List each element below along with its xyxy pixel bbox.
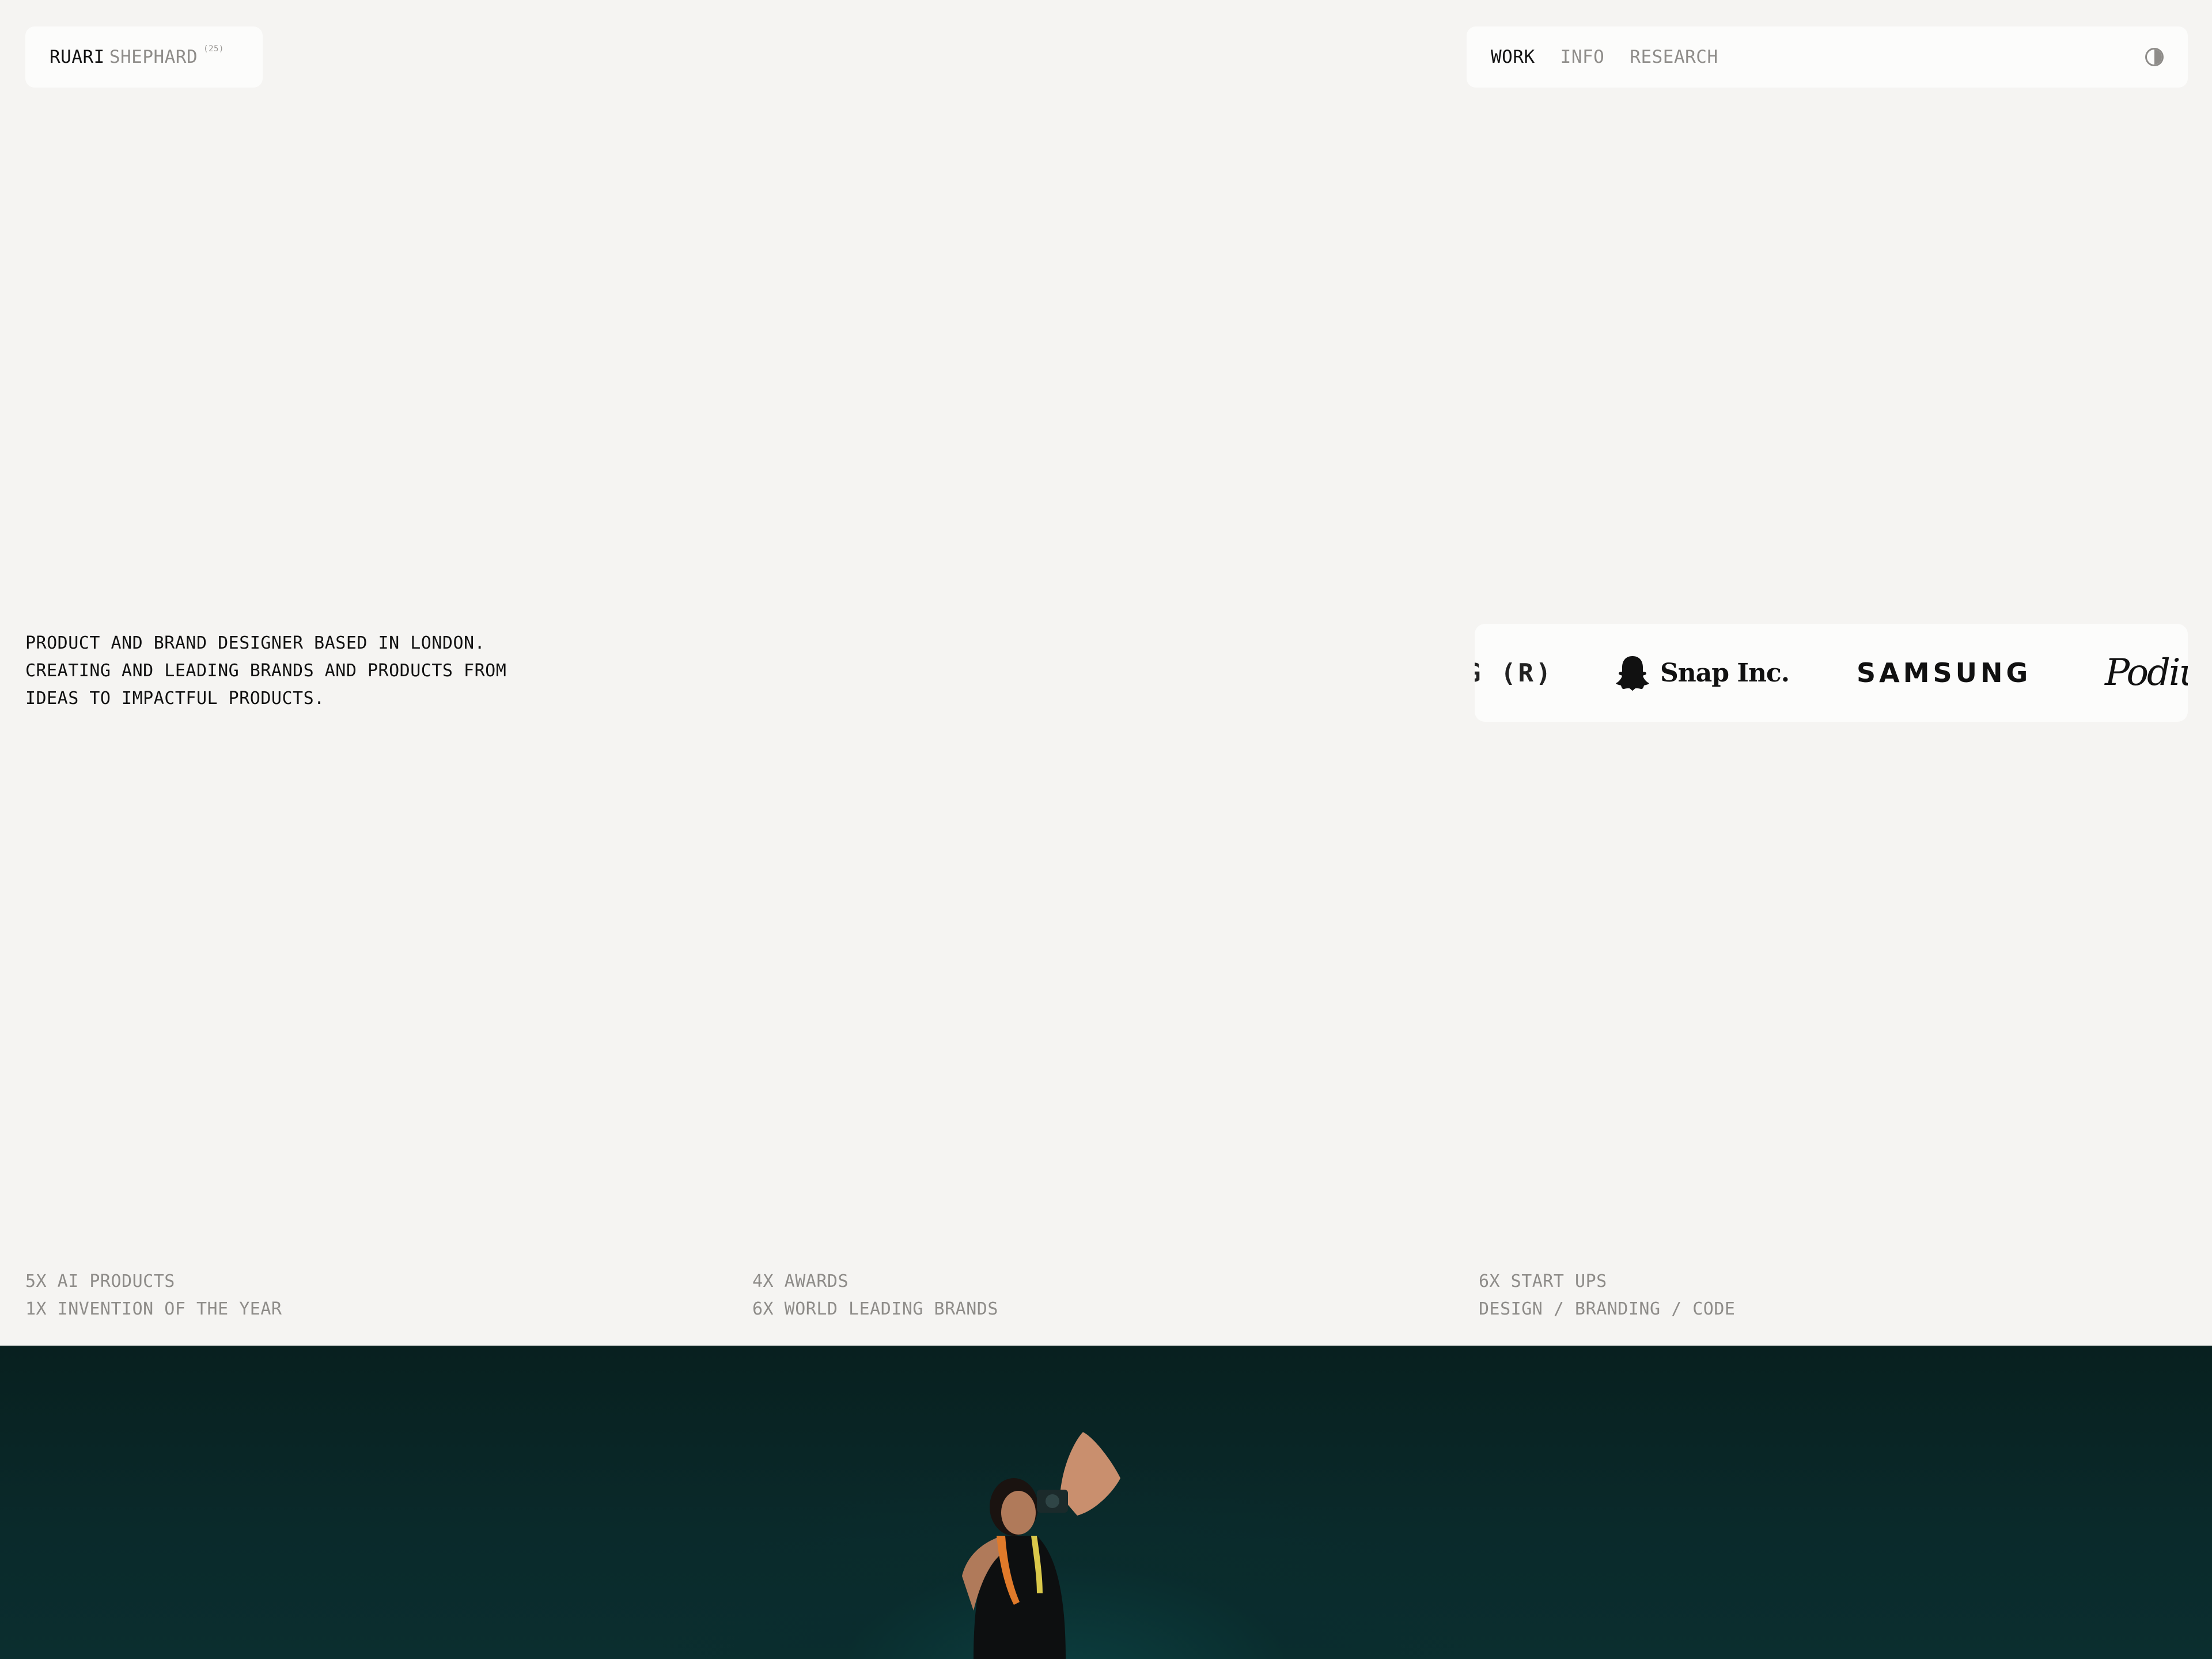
client-logos-marquee: G (R) Snap Inc. SAMSUNG Podium <box>1475 624 2188 722</box>
intro-line-1: PRODUCT AND BRAND DESIGNER BASED IN LOND… <box>25 633 486 653</box>
year-superscript: (25) <box>203 44 224 54</box>
intro-line-3: IDEAS TO IMPACTFUL PRODUCTS. <box>25 688 325 709</box>
nav-info[interactable]: INFO <box>1560 47 1605 67</box>
logo-snap: Snap Inc. <box>1615 624 1790 722</box>
logo-partial-text: G (R) <box>1475 658 1554 688</box>
last-name: SHEPHARD <box>109 47 198 67</box>
first-name: RUARI <box>50 47 105 67</box>
stat-line: 6X START UPS <box>1479 1271 1607 1291</box>
logo-snap-text: Snap Inc. <box>1660 658 1790 688</box>
contrast-icon[interactable] <box>2145 48 2164 66</box>
nav-research[interactable]: RESEARCH <box>1630 47 1718 67</box>
stat-line: 6X WORLD LEADING BRANDS <box>752 1299 998 1319</box>
logo-samsung: SAMSUNG <box>1857 624 2031 722</box>
photographer-figure <box>962 1432 1120 1659</box>
stat-line: 5X AI PRODUCTS <box>25 1271 175 1291</box>
intro-line-2: CREATING AND LEADING BRANDS AND PRODUCTS… <box>25 661 507 681</box>
snapchat-ghost-icon <box>1616 656 1649 691</box>
stat-line: 4X AWARDS <box>752 1271 849 1291</box>
stats-column-2: 4X AWARDS 6X WORLD LEADING BRANDS <box>752 1268 998 1323</box>
stat-line: 1X INVENTION OF THE YEAR <box>25 1299 282 1319</box>
stat-line: DESIGN / BRANDING / CODE <box>1479 1299 1736 1319</box>
logo-script-text: Podium <box>2105 652 2188 694</box>
nav-work[interactable]: WORK <box>1491 47 1535 67</box>
logo-script: Podium <box>2105 624 2188 722</box>
main-nav: WORK INFO RESEARCH <box>1467 26 2188 88</box>
logo-samsung-text: SAMSUNG <box>1857 657 2032 688</box>
intro-text: PRODUCT AND BRAND DESIGNER BASED IN LOND… <box>25 630 573 713</box>
hero-photo <box>0 1346 2212 1659</box>
stats-column-3: 6X START UPS DESIGN / BRANDING / CODE <box>1479 1268 1735 1323</box>
stats-column-1: 5X AI PRODUCTS 1X INVENTION OF THE YEAR <box>25 1268 282 1323</box>
logo-partial: G (R) <box>1475 624 1553 722</box>
site-name-badge[interactable]: RUARI SHEPHARD (25) <box>25 26 263 88</box>
